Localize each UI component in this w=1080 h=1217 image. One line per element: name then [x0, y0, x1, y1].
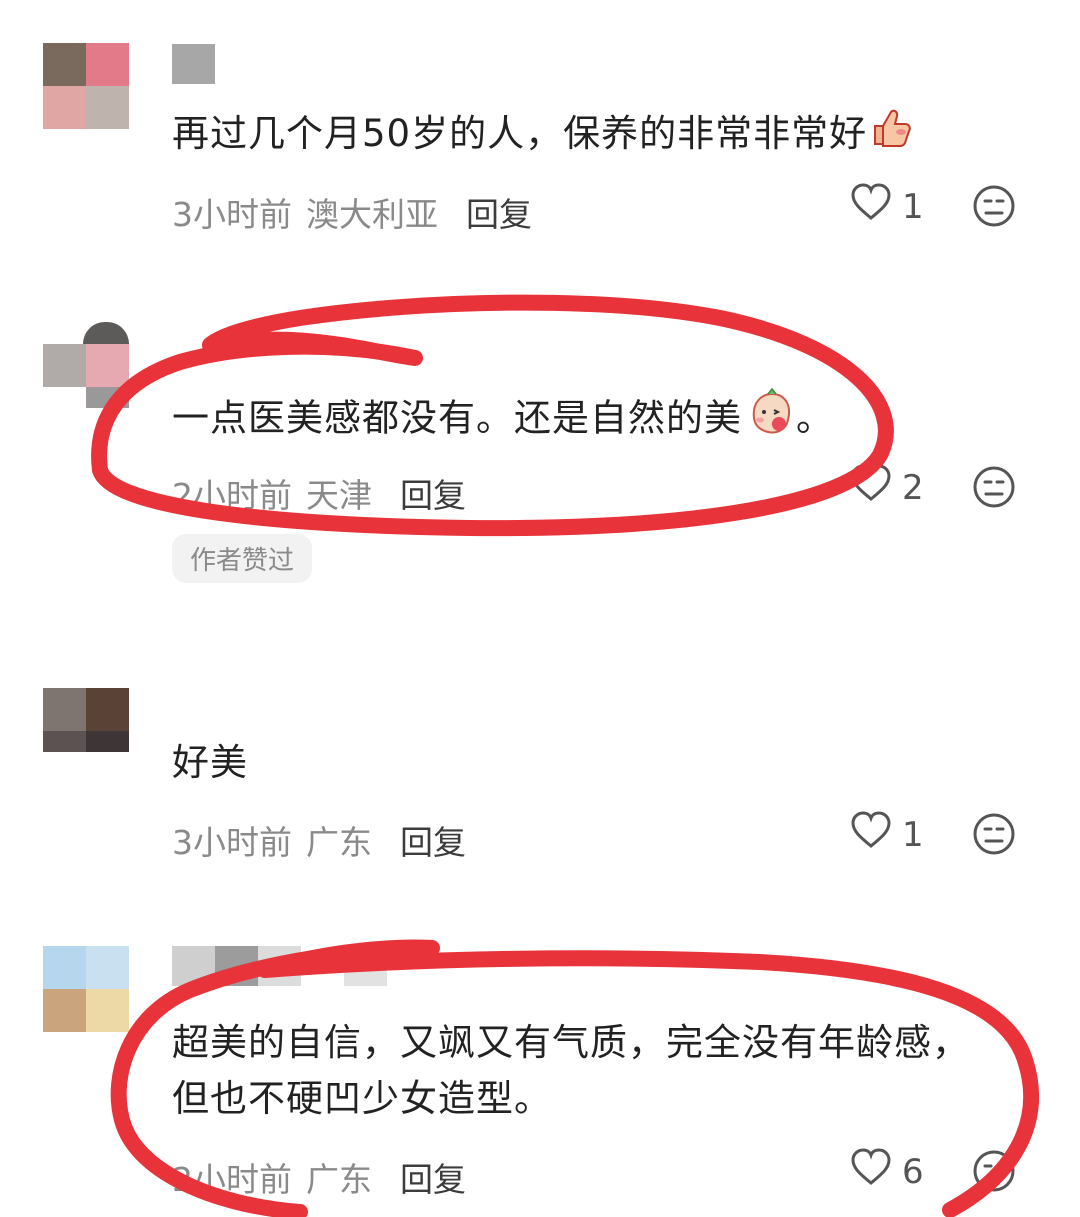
like-button[interactable]: 6 [850, 1147, 924, 1196]
comment-location: 广东 [306, 1160, 372, 1199]
neutral-face-icon [972, 185, 1016, 232]
like-button[interactable]: 2 [850, 463, 924, 512]
comment-body: 超美的自信，又飒又有气质，完全没有年龄感，但也不硬凹少女造型。 [172, 1021, 970, 1120]
thumbs-up-emoji [871, 108, 913, 164]
dislike-button[interactable] [972, 812, 1016, 860]
comment-body: 再过几个月50岁的人，保养的非常非常好 [172, 112, 868, 155]
dislike-button[interactable] [972, 465, 1016, 513]
heart-outline-icon [850, 810, 902, 859]
comment-body: 好美 [172, 741, 248, 784]
comment-meta: 3小时前 广东 回复 [172, 816, 466, 864]
reply-button[interactable]: 回复 [400, 1153, 466, 1201]
like-count: 2 [902, 467, 924, 508]
neutral-face-icon [972, 466, 1016, 513]
comment-time: 2小时前 [172, 476, 292, 515]
avatar[interactable] [43, 43, 129, 129]
like-count: 6 [902, 1151, 924, 1192]
comment-text: 超美的自信，又飒又有气质，完全没有年龄感，但也不硬凹少女造型。 [172, 1015, 992, 1127]
comment-meta: 2小时前 天津 回复 [172, 469, 466, 517]
like-button[interactable]: 1 [850, 182, 924, 231]
comment-text: 再过几个月50岁的人，保养的非常非常好 [172, 106, 992, 164]
comment-location: 天津 [306, 476, 372, 515]
neutral-face-icon [972, 1150, 1016, 1197]
reply-button[interactable]: 回复 [400, 816, 466, 864]
dislike-button[interactable] [972, 184, 1016, 232]
heart-outline-icon [850, 463, 902, 512]
author-liked-badge: 作者赞过 [172, 534, 313, 583]
comment-time: 3小时前 [172, 823, 292, 862]
comment-location: 广东 [306, 823, 372, 862]
heart-outline-icon [850, 182, 902, 231]
heart-outline-icon [850, 1147, 902, 1196]
comment-text: 好美 [172, 735, 992, 791]
avatar[interactable] [43, 946, 129, 1032]
avatar[interactable] [43, 666, 129, 752]
like-count: 1 [902, 186, 924, 227]
comment-text: 一点医美感都没有。还是自然的美 。 [172, 387, 992, 452]
comment-meta: 3小时前 澳大利亚 回复 [172, 188, 532, 236]
like-count: 1 [902, 814, 924, 855]
comment-location: 澳大利亚 [306, 195, 438, 234]
blowing-kiss-sticker [746, 387, 796, 452]
avatar[interactable] [43, 322, 129, 408]
like-button[interactable]: 1 [850, 810, 924, 859]
comment-time: 3小时前 [172, 195, 292, 234]
reply-button[interactable]: 回复 [466, 188, 532, 236]
neutral-face-icon [972, 813, 1016, 860]
comment-trailing-punct: 。 [796, 396, 834, 440]
comment-time: 2小时前 [172, 1160, 292, 1199]
dislike-button[interactable] [972, 1149, 1016, 1197]
reply-button[interactable]: 回复 [400, 469, 466, 517]
comment-meta: 2小时前 广东 回复 [172, 1153, 466, 1201]
comment-body: 一点医美感都没有。还是自然的美 [172, 396, 742, 440]
